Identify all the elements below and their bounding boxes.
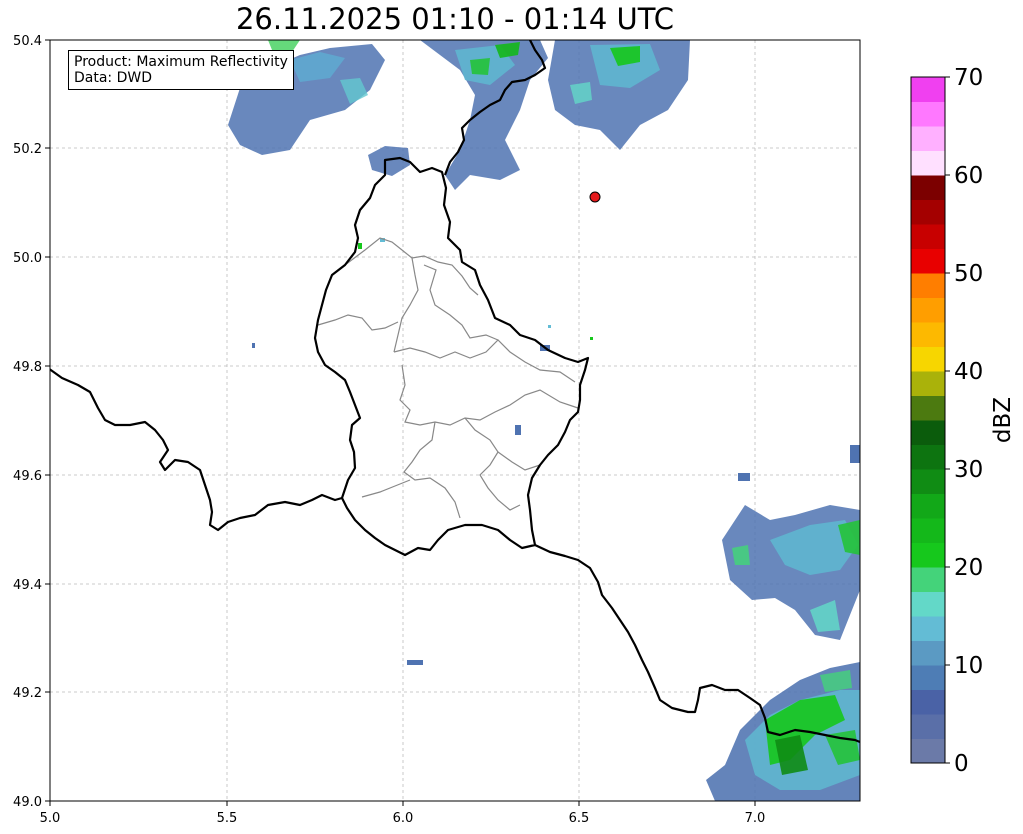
colorbar-segment <box>911 150 945 176</box>
colorbar-segment <box>911 689 945 715</box>
y-tick-label: 49.8 <box>13 360 42 375</box>
colorbar-segment <box>911 542 945 568</box>
y-tick-label: 49.0 <box>13 795 42 810</box>
colorbar-segment <box>911 101 945 127</box>
colorbar-segment <box>911 567 945 592</box>
colorbar-tick-label: 50 <box>954 261 983 287</box>
colorbar-segment <box>911 346 945 372</box>
colorbar <box>911 77 945 764</box>
x-tick-label: 5.0 <box>40 811 61 826</box>
colorbar-segment <box>911 395 945 421</box>
location-marker <box>589 191 601 203</box>
colorbar-segment <box>911 714 945 739</box>
colorbar-segment <box>911 77 945 102</box>
colorbar-segment <box>911 248 945 274</box>
radar-figure: 5.0 5.5 6.0 6.5 7.0 50.4 50.2 50.0 49.8 … <box>13 34 1016 826</box>
y-tick-label: 50.0 <box>13 251 42 266</box>
colorbar-segment <box>911 640 945 666</box>
y-axis: 50.4 50.2 50.0 49.8 49.6 49.4 49.2 49.0 <box>13 34 50 810</box>
x-tick-label: 7.0 <box>745 811 766 826</box>
y-tick-label: 50.2 <box>13 142 42 157</box>
y-tick-label: 50.4 <box>13 34 42 49</box>
colorbar-segment <box>911 616 945 641</box>
x-tick-label: 5.5 <box>217 811 238 826</box>
x-tick-label: 6.5 <box>569 811 590 826</box>
colorbar-tick-label: 70 <box>954 65 983 91</box>
y-tick-label: 49.6 <box>13 469 42 484</box>
product-info-box: Product: Maximum Reflectivity Data: DWD <box>68 50 294 90</box>
colorbar-segment <box>911 175 945 200</box>
colorbar-tick-label: 20 <box>954 555 983 581</box>
colorbar-segment <box>911 518 945 543</box>
colorbar-tick-label: 30 <box>954 457 983 483</box>
x-axis: 5.0 5.5 6.0 6.5 7.0 <box>40 801 766 826</box>
colorbar-tick-label: 10 <box>954 653 983 679</box>
colorbar-segment <box>911 493 945 519</box>
colorbar-ticks: 0 10 20 30 40 50 60 70 <box>945 65 983 777</box>
colorbar-label: dBZ <box>990 397 1016 443</box>
product-line: Product: Maximum Reflectivity <box>74 54 288 70</box>
colorbar-tick-label: 0 <box>954 751 969 777</box>
colorbar-segment <box>911 297 945 323</box>
colorbar-tick-label: 40 <box>954 359 983 385</box>
colorbar-segment <box>911 322 945 347</box>
colorbar-segment <box>911 444 945 470</box>
y-tick-label: 49.4 <box>13 578 42 593</box>
colorbar-segment <box>911 224 945 249</box>
colorbar-segment <box>911 591 945 617</box>
colorbar-segment <box>911 126 945 151</box>
x-tick-label: 6.0 <box>393 811 414 826</box>
y-tick-label: 49.2 <box>13 686 42 701</box>
colorbar-segment <box>911 665 945 690</box>
colorbar-segment <box>911 199 945 225</box>
colorbar-segment <box>911 469 945 494</box>
data-source-line: Data: DWD <box>74 70 152 86</box>
colorbar-segment <box>911 273 945 298</box>
colorbar-segment <box>911 420 945 445</box>
colorbar-segment <box>911 371 945 396</box>
colorbar-segment <box>911 738 945 764</box>
colorbar-tick-label: 60 <box>954 163 983 189</box>
